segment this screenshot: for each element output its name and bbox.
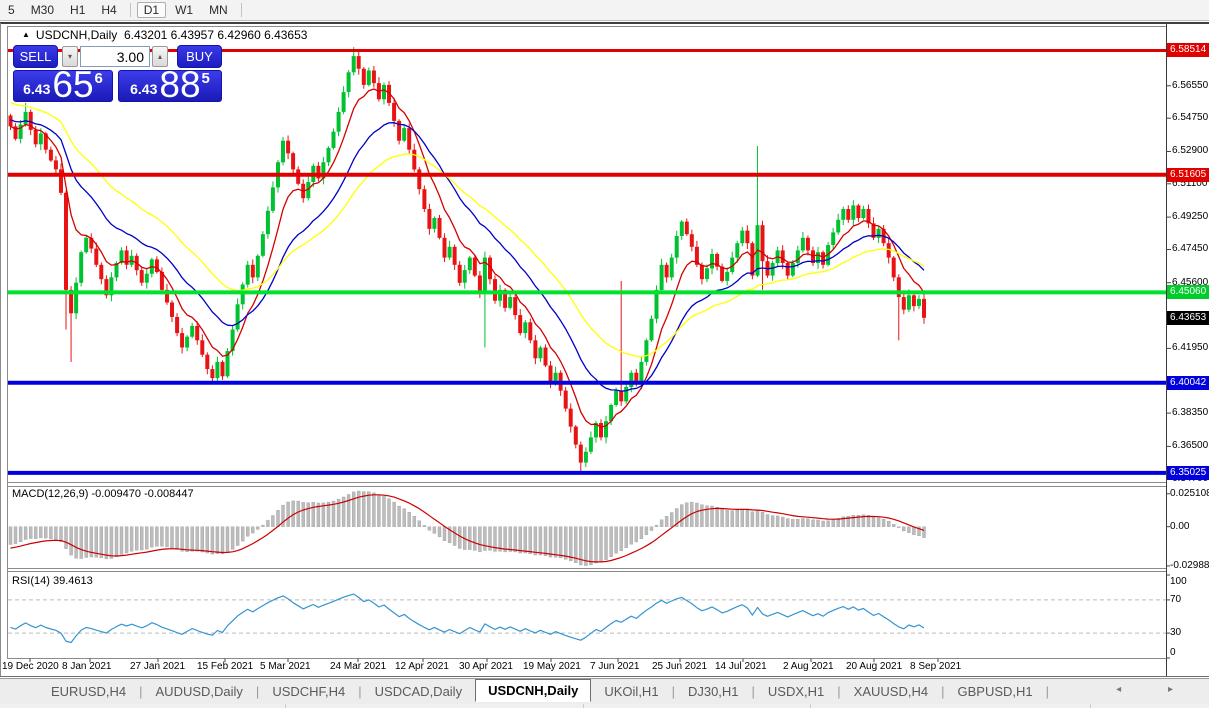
chart-tab-dj30[interactable]: DJ30,H1: [675, 682, 752, 701]
level-price-badge: 6.35025: [1167, 466, 1209, 480]
pane-borders: [7, 24, 1171, 676]
rsi-axis-label: 100: [1170, 576, 1187, 587]
date-axis-label: 8 Sep 2021: [910, 661, 962, 672]
rsi-axis-label: 30: [1170, 627, 1182, 638]
date-axis-label: 19 May 2021: [523, 661, 581, 672]
macd-indicator-label: MACD(12,26,9) -0.009470 -0.008447: [12, 488, 194, 500]
date-axis-label: 2 Aug 2021: [783, 661, 834, 672]
buy-price-prefix: 6.43: [130, 81, 158, 97]
date-axis-label: 19 Dec 2020: [2, 661, 59, 672]
toolbar-separator: [240, 3, 242, 17]
date-axis-label: 7 Jun 2021: [590, 661, 640, 672]
price-axis-tick-label: 6.38350: [1172, 407, 1209, 418]
window-left-border: [0, 23, 1, 676]
sell-button[interactable]: SELL: [13, 45, 58, 68]
macd-histogram: [8, 490, 926, 566]
bottom-strip-separator: [1090, 704, 1091, 708]
sell-price-prefix: 6.43: [23, 81, 51, 97]
timeframe-button-h1[interactable]: H1: [63, 2, 92, 18]
price-axis-tick-label: 6.47450: [1172, 243, 1209, 254]
mt4-window: 5 M30 H1 H4 D1 W1 MN ▲ USDCNH,Daily 6.43201 6.4…: [0, 0, 1209, 708]
tab-scroll-arrows[interactable]: ◂ ▸: [1116, 684, 1195, 695]
current-price-badge: 6.43653: [1167, 311, 1209, 325]
macd-axis-label: 0.00: [1170, 521, 1190, 532]
bottom-strip-separator: [810, 704, 811, 708]
tab-separator: |: [1045, 684, 1050, 699]
level-price-badge: 6.51605: [1167, 168, 1209, 182]
macd-axis-label: -0.029885: [1170, 560, 1209, 571]
buy-price-display[interactable]: 6.43 88 5: [118, 64, 222, 105]
date-axis-label: 27 Jan 2021: [130, 661, 186, 672]
buy-price-big: 88: [159, 64, 201, 105]
bottom-strip: [0, 704, 1209, 708]
chart-tab-eurusd[interactable]: EURUSD,H4: [38, 682, 139, 701]
chevron-down-icon: ▾: [67, 52, 72, 61]
one-click-trading-panel: SELL ▾ 3.00 ▴ BUY 6.43 65 6 6.43 88 5: [13, 44, 222, 105]
chart-tab-usdcnh[interactable]: USDCNH,Daily: [475, 679, 592, 702]
bottom-strip-separator: [285, 704, 286, 708]
timeframe-button-d1[interactable]: D1: [136, 2, 167, 18]
level-price-badge: 6.40042: [1167, 376, 1209, 390]
price-axis-tick-label: 6.56550: [1172, 80, 1209, 91]
window-bottom-border: [0, 676, 1209, 677]
macd-signal-line: [10, 494, 925, 563]
chart-ohlc-values: 6.43201 6.43957 6.42960 6.43653: [123, 28, 308, 42]
chart-symbol-period: USDCNH,Daily: [35, 28, 118, 42]
macd-axis-label: 0.025108: [1170, 488, 1209, 499]
level-price-badge: 6.45060: [1167, 285, 1209, 299]
date-axis-label: 12 Apr 2021: [395, 661, 449, 672]
bottom-strip-separator: [583, 704, 584, 708]
price-axis-tick-label: 6.52900: [1172, 145, 1209, 156]
level-price-badge: 6.58514: [1167, 43, 1209, 57]
sell-price-pip: 6: [94, 70, 103, 87]
date-axis-label: 25 Jun 2021: [652, 661, 708, 672]
buy-price-pip: 5: [201, 70, 210, 87]
chart-tab-gbpusd[interactable]: GBPUSD,H1: [944, 682, 1045, 701]
date-axis-label: 30 Apr 2021: [459, 661, 513, 672]
chart-tab-usdchf[interactable]: USDCHF,H4: [259, 682, 358, 701]
collapse-icon[interactable]: ▲: [22, 30, 30, 39]
timeframe-button-mn[interactable]: MN: [202, 2, 235, 18]
chevron-up-icon: ▴: [157, 52, 162, 61]
timeframe-button-m30[interactable]: M30: [24, 2, 61, 18]
toolbar-separator: [129, 3, 131, 17]
rsi-axis-label: 0: [1170, 647, 1176, 658]
chart-tab-audusd[interactable]: AUDUSD,Daily: [143, 682, 256, 701]
sell-price-big: 65: [52, 64, 94, 105]
price-axis-tick-label: 6.41950: [1172, 342, 1209, 353]
candlestick-series: [8, 47, 926, 473]
timeframe-toolbar: 5 M30 H1 H4 D1 W1 MN: [0, 0, 1209, 21]
date-axis-label: 5 Mar 2021: [260, 661, 311, 672]
date-axis-label: 14 Jul 2021: [715, 661, 767, 672]
chart-tab-usdx[interactable]: USDX,H1: [755, 682, 837, 701]
horizontal-level-lines: [8, 49, 1166, 475]
timeframe-button-h4[interactable]: H4: [94, 2, 123, 18]
sell-price-display[interactable]: 6.43 65 6: [13, 64, 113, 105]
rsi-axis-label: 70: [1170, 594, 1182, 605]
rsi-indicator-label: RSI(14) 39.4613: [12, 575, 93, 587]
date-axis-label: 20 Aug 2021: [846, 661, 903, 672]
rsi-level-lines: [8, 599, 1166, 634]
timeframe-button-w1[interactable]: W1: [168, 2, 200, 18]
chart-tab-xauusd[interactable]: XAUUSD,H4: [841, 682, 941, 701]
candlestick-chart: [7, 24, 1171, 676]
date-axis-label: 24 Mar 2021: [330, 661, 387, 672]
rsi-line: [10, 593, 925, 644]
price-axis-tick-label: 6.49250: [1172, 211, 1209, 222]
chart-tab-bar: EURUSD,H4 | AUDUSD,Daily | USDCHF,H4 | USDCAD,…: [0, 678, 1209, 704]
price-axis-tick-label: 6.54750: [1172, 112, 1209, 123]
moving-average-lines: [10, 88, 925, 428]
price-axis-tick-label: 6.36500: [1172, 440, 1209, 451]
window-top-border: [0, 22, 1209, 24]
date-axis-label: 15 Feb 2021: [197, 661, 254, 672]
chart-tab-ukoil[interactable]: UKOil,H1: [591, 682, 671, 701]
chart-tab-usdcad[interactable]: USDCAD,Daily: [362, 682, 475, 701]
chart-header: ▲ USDCNH,Daily 6.43201 6.43957 6.42960 6.…: [22, 28, 307, 42]
date-axis-label: 8 Jan 2021: [62, 661, 112, 672]
timeframe-button-5[interactable]: 5: [1, 2, 22, 18]
